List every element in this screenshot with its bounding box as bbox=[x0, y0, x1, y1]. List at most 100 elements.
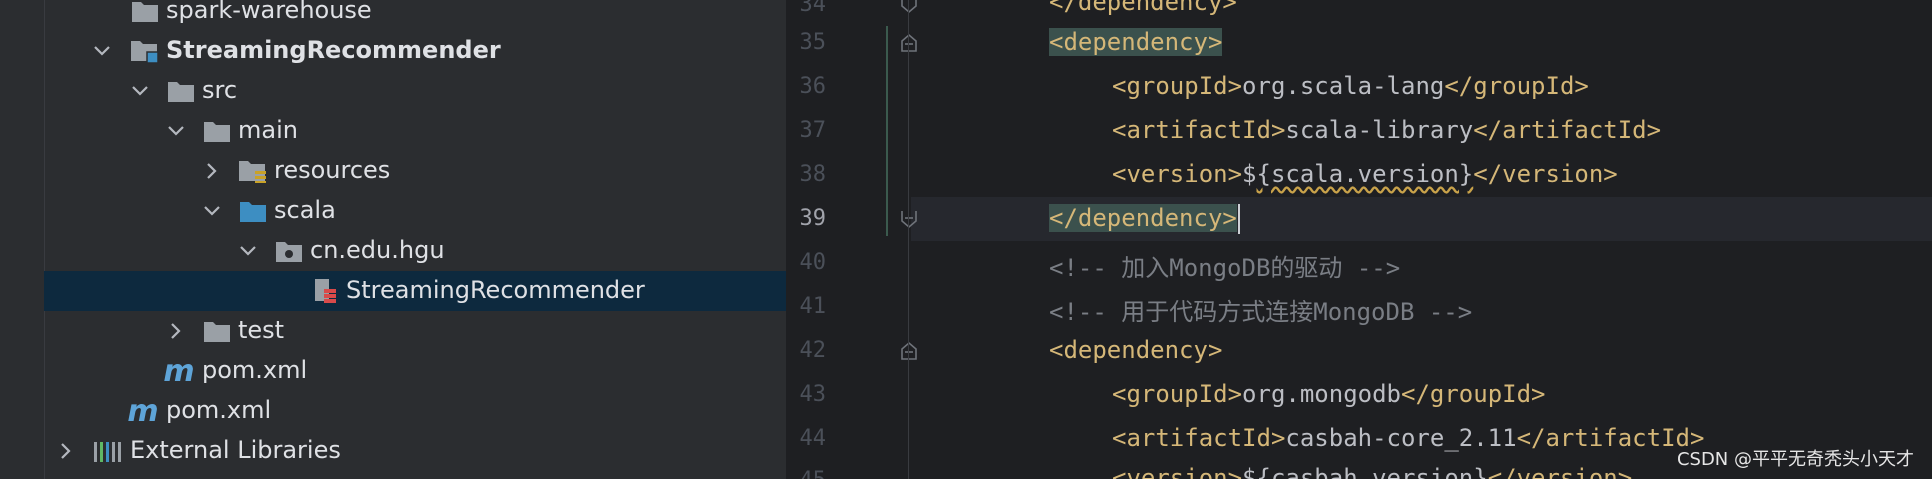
xml-text-warning: {scala.version} bbox=[1256, 160, 1474, 188]
code-line-35: <dependency> bbox=[1049, 28, 1223, 56]
tree-item-label: test bbox=[238, 316, 285, 344]
tree-item-streamingrecommender-file[interactable]: StreamingRecommender bbox=[44, 271, 786, 311]
tree-item-external-libraries[interactable]: External Libraries bbox=[44, 431, 786, 471]
line-number: 45 bbox=[786, 468, 827, 479]
xml-tag: <artifactId> bbox=[1112, 424, 1286, 452]
xml-tag: </groupId> bbox=[1401, 380, 1546, 408]
xml-text: org.mongodb bbox=[1242, 380, 1401, 408]
fold-start-icon[interactable] bbox=[900, 341, 918, 361]
chevron-down-icon[interactable] bbox=[166, 121, 186, 141]
tree-item-src[interactable]: src bbox=[44, 71, 786, 111]
tree-item-scala[interactable]: scala bbox=[44, 191, 786, 231]
module-folder-icon bbox=[130, 37, 160, 65]
tree-item-label: pom.xml bbox=[166, 396, 272, 424]
tree-item-label: scala bbox=[274, 196, 336, 224]
xml-text: $ bbox=[1242, 160, 1257, 188]
maven-icon: m bbox=[163, 353, 195, 389]
code-line-38: <version>${scala.version}</version> bbox=[1112, 160, 1618, 188]
folder-icon bbox=[202, 117, 232, 145]
code-line-43: <groupId>org.mongodb</groupId> bbox=[1112, 380, 1546, 408]
tree-item-label: src bbox=[202, 76, 238, 104]
xml-tag: <version> bbox=[1112, 464, 1243, 479]
fold-end-icon[interactable] bbox=[900, 209, 918, 229]
folder-icon bbox=[166, 77, 196, 105]
tree-item-pom-module[interactable]: m pom.xml bbox=[44, 351, 786, 391]
xml-tag-matched: <dependency> bbox=[1049, 28, 1223, 56]
code-line-45: <version>${casbah.version}</version> bbox=[1112, 464, 1632, 479]
source-folder-icon bbox=[238, 197, 268, 225]
change-marker bbox=[886, 26, 888, 236]
code-editor[interactable]: 34 35 36 37 38 39 40 41 42 43 44 45 </de… bbox=[786, 0, 1932, 479]
tree-item-label: resources bbox=[274, 156, 391, 184]
resources-folder-icon bbox=[238, 157, 268, 185]
line-number: 41 bbox=[799, 294, 827, 319]
tree-item-label: StreamingRecommender bbox=[346, 276, 645, 304]
line-number: 36 bbox=[799, 74, 827, 99]
code-line-41: <!-- 用于代码方式连接MongoDB --> bbox=[1049, 292, 1472, 327]
chevron-right-icon[interactable] bbox=[202, 161, 222, 181]
xml-text: scala-library bbox=[1285, 116, 1474, 144]
xml-text: ${casbah.version} bbox=[1242, 464, 1488, 479]
xml-text: casbah-core_2.11 bbox=[1285, 424, 1517, 452]
line-number: 43 bbox=[799, 382, 827, 407]
package-icon bbox=[274, 237, 304, 265]
folder-icon bbox=[130, 0, 160, 25]
xml-tag: </groupId> bbox=[1444, 72, 1589, 100]
chevron-right-icon[interactable] bbox=[56, 441, 76, 461]
scala-object-icon bbox=[310, 277, 340, 305]
xml-tag: </version> bbox=[1473, 160, 1618, 188]
tree-item-label: main bbox=[238, 116, 298, 144]
text-caret bbox=[1237, 204, 1240, 234]
tree-item-pom-root[interactable]: m pom.xml bbox=[44, 391, 786, 431]
tree-item-main[interactable]: main bbox=[44, 111, 786, 151]
fold-guide-line bbox=[908, 0, 909, 479]
code-line-42: <dependency> bbox=[1049, 336, 1222, 364]
code-line-34: </dependency> bbox=[1049, 0, 1237, 16]
code-line-37: <artifactId>scala-library</artifactId> bbox=[1112, 116, 1661, 144]
fold-end-icon[interactable] bbox=[900, 0, 918, 14]
line-number-current: 39 bbox=[799, 206, 827, 231]
chevron-down-icon[interactable] bbox=[92, 41, 112, 61]
code-line-40: <!-- 加入MongoDB的驱动 --> bbox=[1049, 248, 1400, 283]
tree-item-label: External Libraries bbox=[130, 436, 341, 464]
xml-tag: <artifactId> bbox=[1112, 116, 1286, 144]
xml-tag: <version> bbox=[1112, 160, 1243, 188]
chevron-down-icon[interactable] bbox=[202, 201, 222, 221]
line-number: 44 bbox=[799, 426, 827, 451]
line-number: 42 bbox=[799, 338, 827, 363]
xml-tag: <dependency> bbox=[1049, 336, 1223, 364]
xml-comment: <!-- 用于代码方式连接MongoDB --> bbox=[1049, 298, 1473, 326]
tree-item-label: StreamingRecommender bbox=[166, 36, 501, 64]
xml-text: org.scala-lang bbox=[1242, 72, 1445, 100]
chevron-down-icon[interactable] bbox=[238, 241, 258, 261]
xml-tag: </artifactId> bbox=[1473, 116, 1662, 144]
libraries-icon bbox=[92, 437, 122, 465]
chevron-right-icon[interactable] bbox=[166, 321, 186, 341]
chevron-down-icon[interactable] bbox=[130, 81, 150, 101]
tree-item-label: spark-warehouse bbox=[166, 0, 372, 24]
tree-item-streamingrecommender-module[interactable]: StreamingRecommender bbox=[44, 31, 786, 71]
line-number: 34 bbox=[799, 0, 827, 17]
project-tree-panel: spark-warehouse StreamingRecommender src… bbox=[0, 0, 786, 479]
tree-item-resources[interactable]: resources bbox=[44, 151, 786, 191]
tree-item-label: pom.xml bbox=[202, 356, 308, 384]
line-number: 40 bbox=[799, 250, 827, 275]
xml-tag: </version> bbox=[1487, 464, 1633, 479]
tree-item-spark-warehouse[interactable]: spark-warehouse bbox=[44, 0, 786, 31]
tree-item-test[interactable]: test bbox=[44, 311, 786, 351]
code-line-36: <groupId>org.scala-lang</groupId> bbox=[1112, 72, 1589, 100]
xml-tag: <groupId> bbox=[1112, 72, 1243, 100]
watermark: CSDN @平平无奇秃头小天才 bbox=[1676, 449, 1914, 470]
editor-gutter: 34 35 36 37 38 39 40 41 42 43 44 45 bbox=[786, 0, 917, 479]
code-line-39[interactable]: </dependency> bbox=[1049, 204, 1240, 234]
folder-icon bbox=[202, 317, 232, 345]
xml-tag-matched: </dependency> bbox=[1049, 204, 1237, 232]
xml-tag: <groupId> bbox=[1112, 380, 1243, 408]
tree-item-label: cn.edu.hgu bbox=[310, 236, 445, 264]
line-number: 38 bbox=[799, 162, 827, 187]
tree-item-package[interactable]: cn.edu.hgu bbox=[44, 231, 786, 271]
xml-comment: <!-- 加入MongoDB的驱动 --> bbox=[1049, 254, 1401, 282]
fold-start-icon[interactable] bbox=[900, 33, 918, 53]
xml-tag: </dependency> bbox=[1049, 0, 1237, 16]
line-number: 35 bbox=[799, 30, 827, 55]
